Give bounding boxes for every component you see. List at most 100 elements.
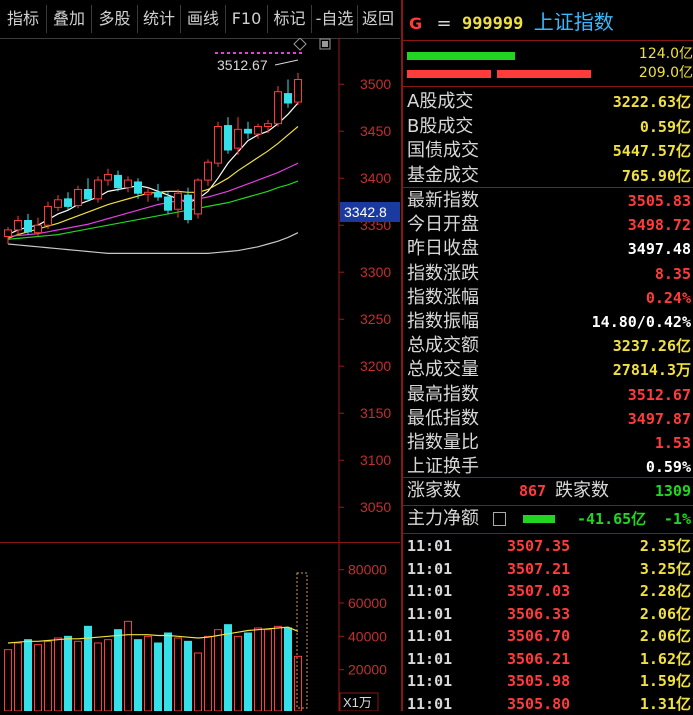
tick-time: 11:01 [407,694,453,713]
y-tick-label: 3500 [360,76,391,92]
candle-body [144,191,152,195]
candle[interactable] [184,187,192,224]
volume-bar [274,625,282,711]
draw-line-button[interactable]: 画线 [181,5,226,33]
volume-bar [4,649,12,711]
tick-price: 3506.33 [507,604,571,623]
y-tick-label: 3300 [360,264,391,280]
turnover-divider [403,187,693,188]
volume-bar [264,629,272,711]
f10-button[interactable]: F10 [226,5,268,33]
tick-time: 11:01 [407,672,453,690]
tick-row: 11:01 3506.21 1.62亿 [407,648,691,670]
candle[interactable] [14,215,22,235]
tick-row: 11:01 3505.98 1.59亿 [407,670,691,692]
volume-bar [114,629,122,711]
tick-amount: 1.31亿 [639,694,691,713]
turnover-row: A股成交 3222.63亿 [407,90,691,114]
candle[interactable] [154,183,162,201]
overlay-button[interactable]: 叠加 [47,5,92,33]
volume-tick-label: 80000 [348,562,387,578]
volume-bar [104,639,112,711]
stat-row-label: 总成交量 [407,359,479,381]
tick-time: 11:01 [407,537,453,555]
turnover-row-value: 3222.63亿 [612,93,691,111]
remove-watchlist-button[interactable]: -自选 [312,5,358,33]
candle[interactable] [274,86,282,127]
candle[interactable] [194,178,202,219]
diamond-icon[interactable] [293,38,307,51]
candle-body [24,220,32,233]
candle[interactable] [84,178,92,202]
candle[interactable] [64,192,72,211]
back-button[interactable]: 返回 [358,5,398,33]
sell-ratio-bar [407,52,515,60]
candle[interactable] [74,185,82,209]
candle[interactable] [214,121,222,167]
candle[interactable] [24,213,32,235]
candle[interactable] [294,72,302,105]
candle[interactable] [174,189,182,218]
decliners-label: 跌家数 [555,480,609,501]
volume-bar [44,640,52,711]
candle[interactable] [224,117,232,154]
quote-header: G = 999999 上证指数 [409,8,614,36]
volume-bar [224,624,232,711]
quote-panel: G = 999999 上证指数 124.0亿 209.0亿 A股成交 3222.6… [401,0,693,713]
header-divider [403,40,693,41]
candle[interactable] [264,119,272,134]
tick-amount: 2.28亿 [639,582,691,600]
candle[interactable] [244,121,252,139]
tick-time: 11:01 [407,559,453,578]
volume-chart[interactable]: 80000 60000 40000 20000 X1万 [0,543,400,711]
stat-row: 最低指数 3497.87 [407,407,691,431]
candle[interactable] [44,201,52,229]
candle[interactable] [4,227,12,244]
candle-body [214,126,222,164]
candle-body [274,91,282,125]
turnover-row-label: B股成交 [407,115,474,137]
stat-row-label: 今日开盘 [407,214,479,236]
candle-body [54,199,62,208]
candle[interactable] [114,170,122,192]
stats-divider [403,477,693,478]
multi-stock-button[interactable]: 多股 [92,5,138,33]
candle-body [14,220,22,231]
volume-bar [234,635,242,711]
tick-time: 11:01 [407,604,453,623]
candle[interactable] [54,195,62,212]
mark-button[interactable]: 标记 [268,5,312,33]
tick-row: 11:01 3505.80 1.31亿 [407,693,691,715]
y-tick-label: 3450 [360,123,391,139]
stock-name: 上证指数 [533,10,614,34]
tick-price: 3505.98 [507,672,571,690]
candle-body [34,224,42,234]
candle[interactable] [104,168,112,186]
tick-amount: 3.25亿 [639,559,691,578]
candle[interactable] [124,176,132,193]
candle-body [44,205,52,226]
statistics-button[interactable]: 统计 [138,5,181,33]
candle-body [4,229,12,237]
candle[interactable] [94,176,102,203]
breadth-row: 涨家数 867 跌家数 1309 [407,479,691,503]
turnover-row-label: 基金成交 [407,164,479,186]
candle[interactable] [284,79,292,108]
candlestick-chart[interactable]: 3500345034003350330032503200315031003050… [0,38,400,543]
advancers-count: 867 [519,482,547,500]
volume-bar [284,627,292,711]
volume-tick-label: 40000 [348,628,387,644]
stat-row: 指数量比 1.53 [407,431,691,455]
candle-body [284,93,292,104]
indicator-button[interactable]: 指标 [0,5,47,33]
capital-flow-row: 主力净额 -41.65亿 -1% [407,507,691,531]
candle[interactable] [204,159,212,186]
stat-row-value: 3505.83 [627,192,691,210]
stat-row-value: 1.53 [654,434,691,452]
stat-row-value: 27814.3万 [612,361,691,380]
candle[interactable] [144,187,152,202]
list-icon[interactable] [493,512,506,526]
tick-amount: 1.62亿 [639,649,691,668]
candle-body [64,198,72,207]
stat-row-label: 总成交额 [407,335,479,357]
